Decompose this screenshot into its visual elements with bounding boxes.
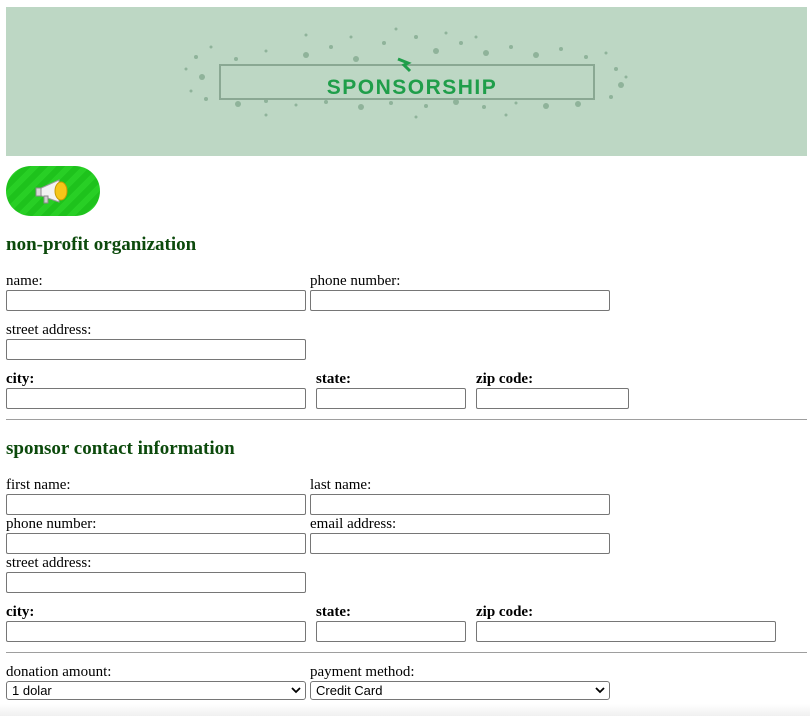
donation-amount-select[interactable]: 1 dolar (6, 681, 306, 700)
sponsor-last-name-label: last name: (310, 477, 372, 493)
org-zip-label: zip code: (476, 371, 534, 387)
donation-amount-label: donation amount: (6, 664, 112, 680)
sponsor-street-input[interactable] (6, 572, 306, 593)
org-name-input[interactable] (6, 290, 306, 311)
bottom-fade (0, 704, 810, 716)
org-city-input[interactable] (6, 388, 306, 409)
banner-title: SPONSORSHIP (326, 76, 498, 99)
section-divider (6, 419, 807, 420)
section-divider (6, 652, 807, 653)
org-name-label: name: (6, 273, 43, 289)
sponsor-email-label: email address: (310, 516, 397, 532)
org-state-input[interactable] (316, 388, 466, 409)
org-phone-label: phone number: (310, 273, 401, 289)
org-street-input[interactable] (6, 339, 306, 360)
chevron-down-icon (291, 687, 301, 694)
sponsor-first-name-label: first name: (6, 477, 71, 493)
sponsor-zip-label: zip code: (476, 604, 534, 620)
org-city-label: city: (6, 371, 35, 387)
org-section-heading: non-profit organization (6, 234, 197, 255)
sponsor-email-input[interactable] (310, 533, 610, 554)
announce-button[interactable] (6, 166, 100, 216)
sponsor-phone-input[interactable] (6, 533, 306, 554)
sponsor-state-input[interactable] (316, 621, 466, 642)
sponsor-state-label: state: (316, 604, 351, 620)
org-street-label: street address: (6, 322, 92, 338)
sponsor-street-label: street address: (6, 555, 92, 571)
sponsor-last-name-input[interactable] (310, 494, 610, 515)
org-zip-input[interactable] (476, 388, 629, 409)
sponsor-section-heading: sponsor contact information (6, 438, 235, 459)
payment-method-value: Credit Card (316, 683, 383, 698)
sponsor-zip-input[interactable] (476, 621, 776, 642)
payment-method-select[interactable]: Credit Card (310, 681, 610, 700)
org-state-label: state: (316, 371, 351, 387)
sponsor-city-input[interactable] (6, 621, 306, 642)
sponsor-city-label: city: (6, 604, 35, 620)
sponsorship-banner: SPONSORSHIP (6, 7, 807, 156)
megaphone-icon (35, 179, 68, 204)
org-phone-input[interactable] (310, 290, 610, 311)
payment-method-label: payment method: (310, 664, 415, 680)
sponsor-first-name-input[interactable] (6, 494, 306, 515)
sponsor-phone-label: phone number: (6, 516, 97, 532)
chevron-down-icon (595, 687, 605, 694)
donation-amount-value: 1 dolar (12, 683, 52, 698)
